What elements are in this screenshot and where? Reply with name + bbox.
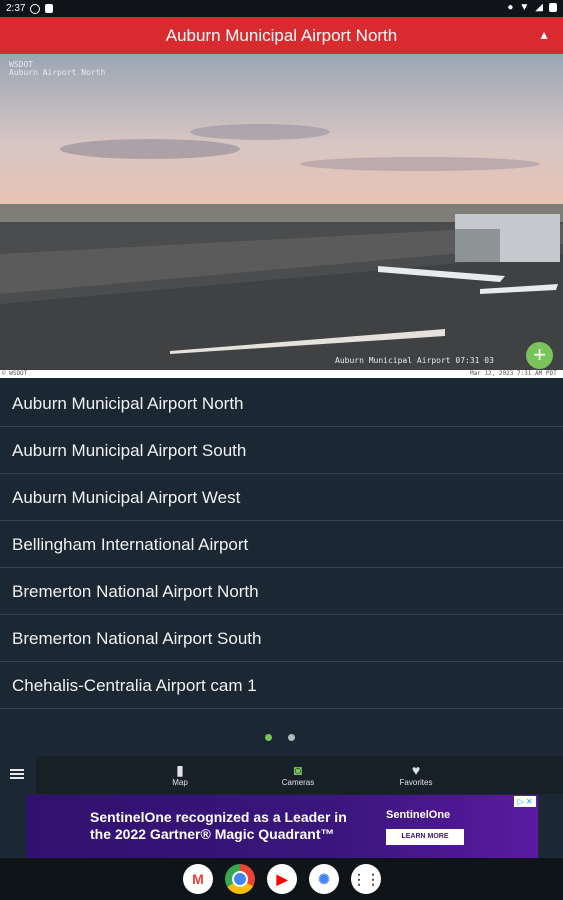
photos-icon[interactable]: ✺: [309, 864, 339, 894]
notification-icon: [45, 4, 54, 13]
camera-overlay-bottom-center: Auburn Municipal Airport 07:31 03: [335, 356, 494, 365]
hamburger-menu-icon[interactable]: [10, 769, 24, 781]
list-item[interactable]: Auburn Municipal Airport North: [0, 380, 563, 427]
ad-line-1: SentinelOne recognized as a Leader in: [90, 809, 347, 825]
page-title: Auburn Municipal Airport North: [165, 26, 398, 45]
page-indicator: [265, 734, 295, 741]
nav-map-label: Map: [172, 778, 188, 787]
ad-text: SentinelOne recognized as a Leader in th…: [90, 809, 347, 843]
ad-line-2: the 2022 Gartner® Magic Quadrant™: [90, 826, 335, 842]
bottom-navigation: ▮ Map ◙ Cameras ♥ Favorites: [36, 756, 563, 794]
camera-image[interactable]: WSDOT Auburn Airport North © WSDOT Aubur…: [0, 54, 563, 378]
list-item[interactable]: Chehalis-Centralia Airport cam 1: [0, 662, 563, 709]
list-item[interactable]: Auburn Municipal Airport South: [0, 427, 563, 474]
add-favorite-button[interactable]: +: [526, 342, 553, 369]
camera-scene: [0, 54, 563, 378]
location-icon: ●: [507, 2, 514, 13]
gmail-icon[interactable]: M: [183, 864, 213, 894]
nav-cameras[interactable]: ◙ Cameras: [258, 762, 338, 787]
page-dot-active[interactable]: [265, 734, 272, 741]
youtube-icon[interactable]: ▶: [267, 864, 297, 894]
ad-brand: SentinelOne: [386, 809, 451, 821]
camera-overlay-bottom-left: © WSDOT: [2, 370, 28, 377]
signal-icon: ◢: [535, 2, 543, 13]
nav-favorites-label: Favorites: [399, 778, 433, 787]
collapse-caret-icon[interactable]: ▲: [538, 28, 550, 42]
app-drawer-icon[interactable]: ⋮⋮: [351, 864, 381, 894]
camera-icon: ◙: [293, 762, 303, 778]
list-item[interactable]: Bremerton National Airport South: [0, 615, 563, 662]
wifi-icon: ▼: [519, 2, 530, 13]
sync-icon: [30, 3, 41, 14]
ad-banner[interactable]: SentinelOne recognized as a Leader in th…: [26, 795, 538, 858]
ad-cta-button[interactable]: LEARN MORE: [386, 829, 464, 845]
app-header: Auburn Municipal Airport North ▲: [0, 17, 563, 54]
airport-list: Auburn Municipal Airport North Auburn Mu…: [0, 380, 563, 709]
camera-overlay-top-2: Auburn Airport North: [9, 68, 106, 77]
list-item[interactable]: Auburn Municipal Airport West: [0, 474, 563, 521]
camera-overlay-bottom-right: Mar 12, 2023 7:31 AM PDT: [470, 370, 557, 377]
list-item[interactable]: Bellingham International Airport: [0, 521, 563, 568]
nav-map[interactable]: ▮ Map: [140, 762, 220, 787]
map-icon: ▮: [176, 762, 184, 778]
battery-icon: [549, 3, 557, 12]
chrome-icon[interactable]: [225, 864, 255, 894]
nav-favorites[interactable]: ♥ Favorites: [376, 762, 456, 787]
status-time: 2:37: [6, 3, 26, 14]
status-bar: 2:37 ● ▼ ◢: [0, 0, 563, 17]
list-item[interactable]: Bremerton National Airport North: [0, 568, 563, 615]
heart-icon: ♥: [411, 762, 421, 778]
page-dot[interactable]: [288, 734, 295, 741]
ad-close-button[interactable]: ▷ ✕: [514, 796, 536, 807]
app-dock: M ▶ ✺ ⋮⋮: [183, 864, 381, 894]
nav-cameras-label: Cameras: [281, 778, 315, 787]
